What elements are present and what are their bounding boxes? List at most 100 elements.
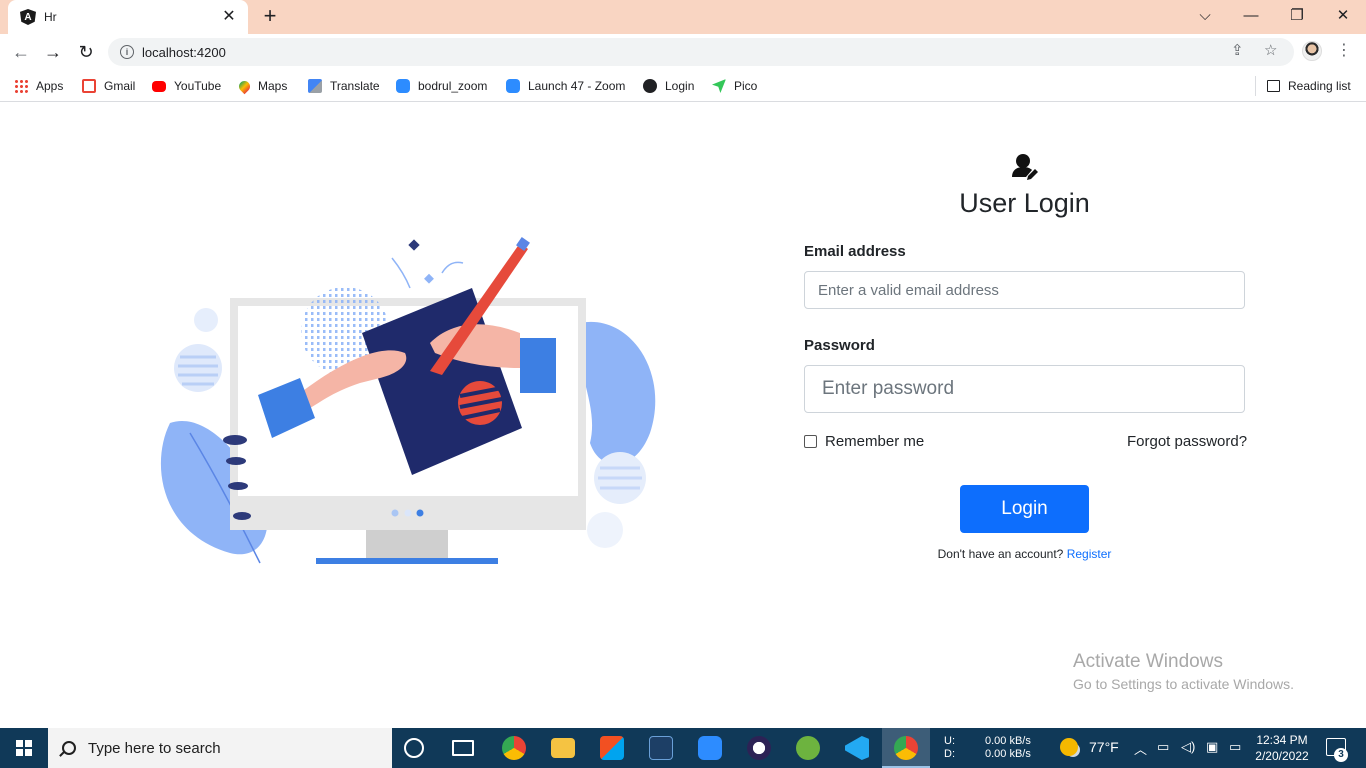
windows-taskbar: Type here to search U: D: 0.00 kB/s 0.00… [0, 728, 1366, 768]
mysql-workbench-icon[interactable] [649, 736, 673, 760]
net-up-label: U: [944, 735, 955, 747]
password-placeholder: Enter password [822, 378, 955, 399]
bookmark-translate[interactable]: Translate [308, 76, 380, 96]
pico-arrow-icon [712, 79, 726, 93]
tab-title: Hr [44, 10, 57, 24]
email-field[interactable]: Enter a valid email address [804, 271, 1245, 309]
address-bar[interactable]: i localhost:4200 [108, 38, 1294, 66]
bookmark-label: bodrul_zoom [418, 79, 488, 93]
system-clock[interactable]: 12:34 PM 2/20/2022 [1252, 732, 1312, 764]
remember-me-row: Remember me [804, 433, 924, 450]
clock-time: 12:34 PM [1256, 733, 1308, 747]
right-leaf-shape [577, 321, 656, 465]
login-illustration [160, 237, 656, 564]
start-button[interactable] [0, 728, 48, 768]
site-info-icon[interactable]: i [120, 45, 134, 59]
password-label: Password [804, 337, 875, 354]
spring-tools-icon[interactable] [796, 736, 820, 760]
notification-count-badge: 3 [1334, 748, 1348, 762]
bookmarks-divider [1255, 76, 1256, 96]
reading-list-icon [1267, 80, 1280, 92]
activate-windows-watermark: Activate Windows Go to Settings to activ… [1073, 651, 1294, 692]
taskbar-search-box[interactable]: Type here to search [48, 728, 392, 768]
bookmark-label: YouTube [174, 79, 222, 93]
bookmark-label: Maps [258, 79, 288, 93]
zoom-taskbar-icon[interactable] [698, 736, 722, 760]
net-down-value: 0.00 kB/s [985, 748, 1031, 760]
bookmark-launch-zoom[interactable]: Launch 47 - Zoom [506, 76, 625, 96]
url-text[interactable]: localhost:4200 [142, 45, 226, 60]
email-placeholder: Enter a valid email address [818, 281, 999, 299]
bookmark-youtube[interactable]: YouTube [152, 76, 221, 96]
vscode-icon[interactable] [845, 736, 869, 760]
battery-icon[interactable]: ▭ [1157, 739, 1169, 755]
search-icon [62, 741, 76, 755]
show-hidden-icons-chevron[interactable]: ︿ [1134, 739, 1147, 758]
register-link[interactable]: Register [1067, 547, 1112, 561]
eclipse-icon[interactable] [747, 736, 771, 760]
zoom-icon [506, 79, 520, 93]
bookmark-star-icon[interactable]: ☆ [1264, 41, 1277, 59]
chrome-profile-icon [894, 736, 918, 760]
watermark-line2: Go to Settings to activate Windows. [1073, 676, 1294, 692]
register-line: Don't have an account? Register [804, 547, 1245, 561]
bookmarks-bar: Apps Gmail YouTube Maps Translate bodrul… [0, 70, 1366, 102]
right-sleeve [520, 338, 556, 393]
forgot-password-link[interactable]: Forgot password? [1127, 433, 1247, 450]
browser-tab[interactable]: A Hr ✕ [8, 0, 248, 34]
forward-button[interactable]: → [40, 40, 66, 64]
task-view-icon[interactable] [452, 740, 474, 756]
temperature: 77°F [1089, 739, 1119, 755]
microsoft-store-icon[interactable] [600, 736, 624, 760]
bookmark-bodrul-zoom[interactable]: bodrul_zoom [396, 76, 487, 96]
network-speed-widget: U: D: 0.00 kB/s 0.00 kB/s [944, 735, 1031, 761]
chrome-active-taskbar-item[interactable] [882, 728, 930, 768]
bookmark-pico[interactable]: Pico [712, 76, 757, 96]
globe-icon [643, 79, 657, 93]
reading-list-button[interactable]: Reading list [1267, 76, 1351, 96]
gmail-icon [82, 79, 96, 93]
close-tab-icon[interactable]: ✕ [220, 8, 238, 26]
bookmark-login[interactable]: Login [643, 76, 694, 96]
maps-pin-icon [236, 78, 253, 94]
minimize-button[interactable]: — [1228, 0, 1274, 30]
weather-widget[interactable]: 77°F [1060, 738, 1119, 756]
file-explorer-icon[interactable] [551, 738, 575, 758]
share-icon[interactable]: ⇪ [1231, 41, 1244, 59]
reading-list-label: Reading list [1288, 79, 1351, 93]
remember-me-label[interactable]: Remember me [825, 433, 924, 450]
reload-button[interactable]: ↻ [73, 40, 99, 64]
bookmark-maps[interactable]: Maps [236, 76, 288, 96]
cortana-icon[interactable] [404, 738, 424, 758]
register-prompt: Don't have an account? [937, 547, 1064, 561]
window-close-button[interactable]: ✕ [1320, 0, 1366, 30]
new-tab-button[interactable]: + [258, 5, 282, 29]
bookmark-label: Login [665, 79, 695, 93]
login-button[interactable]: Login [960, 485, 1089, 533]
bookmark-apps[interactable]: Apps [14, 76, 63, 96]
angular-favicon-icon: A [20, 9, 36, 25]
restore-button[interactable]: ❐ [1274, 0, 1320, 30]
network-icon[interactable]: ▭ [1229, 739, 1241, 755]
user-edit-icon [1011, 154, 1038, 180]
bookmark-label: Pico [734, 79, 758, 93]
browser-toolbar: ← → ↻ i localhost:4200 ⇪ ☆ [0, 34, 1366, 70]
zoom-icon [396, 79, 410, 93]
tab-search-chevron-icon[interactable]: ⌵ [1182, 0, 1228, 30]
translate-icon [308, 79, 322, 93]
password-field[interactable]: Enter password [804, 365, 1245, 413]
net-up-value: 0.00 kB/s [985, 735, 1031, 747]
chrome-menu-icon[interactable]: ⋮ [1336, 42, 1352, 60]
page-title: User Login [959, 188, 1090, 218]
watermark-line1: Activate Windows [1073, 651, 1223, 672]
chrome-taskbar-icon[interactable] [502, 736, 526, 760]
volume-icon[interactable]: ◁) [1181, 739, 1195, 755]
profile-avatar[interactable] [1302, 41, 1322, 61]
back-button[interactable]: ← [8, 40, 34, 64]
meet-now-icon[interactable]: ▣ [1206, 739, 1218, 755]
monitor-stand [316, 558, 498, 564]
net-down-label: D: [944, 748, 955, 760]
remember-me-checkbox[interactable] [804, 435, 817, 448]
bookmark-gmail[interactable]: Gmail [82, 76, 135, 96]
bookmark-label: Apps [36, 79, 64, 93]
